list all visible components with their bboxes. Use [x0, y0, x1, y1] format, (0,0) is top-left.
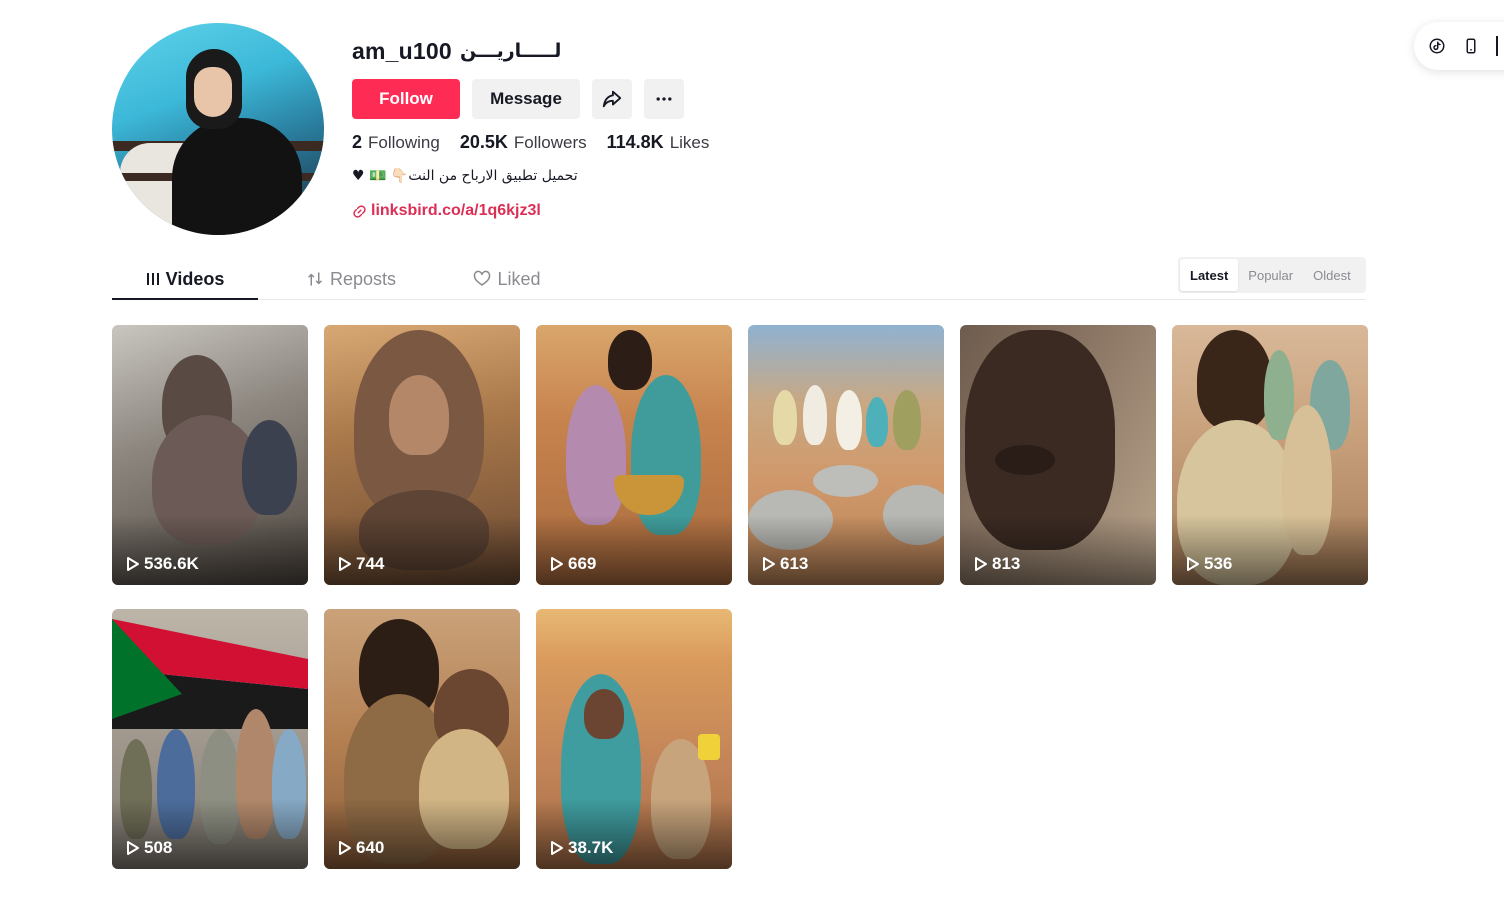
play-icon: [763, 557, 775, 571]
profile-nickname: لـــــاريـــن: [460, 40, 562, 62]
video-card[interactable]: 508: [112, 609, 308, 869]
play-icon: [127, 841, 139, 855]
sort-oldest[interactable]: Oldest: [1303, 259, 1361, 291]
video-views: 508: [126, 838, 172, 858]
likes-label: Likes: [669, 133, 710, 152]
active-tab-indicator: [112, 298, 258, 300]
followers-stat[interactable]: 20.5K Followers: [460, 132, 587, 153]
play-icon: [1187, 557, 1199, 571]
video-views: 38.7K: [550, 838, 613, 858]
tab-reposts[interactable]: Reposts: [278, 258, 424, 300]
likes-stat: 114.8K Likes: [607, 132, 710, 153]
profile-stats: 2 Following 20.5K Followers 114.8K Likes: [352, 132, 709, 153]
more-options-button[interactable]: [644, 79, 684, 119]
video-views: 640: [338, 838, 384, 858]
play-icon: [551, 557, 563, 571]
following-count: 2: [352, 132, 363, 152]
video-views: 669: [550, 554, 596, 574]
follow-button[interactable]: Follow: [352, 79, 460, 119]
profile-username: am_u100: [352, 38, 452, 64]
message-button[interactable]: Message: [472, 79, 580, 119]
floating-toolbar: [1414, 22, 1504, 70]
profile-link-text: linksbird.co/a/1q6kjz3l: [371, 202, 541, 219]
likes-count: 114.8K: [606, 132, 664, 152]
share-button[interactable]: [592, 79, 632, 119]
video-views: 744: [338, 554, 384, 574]
video-card[interactable]: 38.7K: [536, 609, 732, 869]
tab-liked[interactable]: Liked: [434, 258, 580, 300]
video-card[interactable]: 613: [748, 325, 944, 585]
sort-toggle: Latest Popular Oldest: [1178, 257, 1366, 293]
share-icon: [602, 90, 622, 108]
tab-reposts-label: Reposts: [329, 268, 397, 289]
more-icon: [656, 97, 672, 101]
repost-icon: [308, 272, 322, 286]
profile-link[interactable]: linksbird.co/a/1q6kjz3l: [352, 202, 541, 220]
following-label: Following: [368, 133, 440, 152]
video-card[interactable]: 536: [1172, 325, 1368, 585]
tab-videos-label: Videos: [165, 268, 225, 289]
profile-bio: ♥ 💵 👇🏻تحميل تطبيق الارباح من النت: [352, 168, 578, 184]
video-views: 813: [974, 554, 1020, 574]
videos-grid-icon: [146, 273, 159, 285]
video-views: 536.6K: [126, 554, 199, 574]
video-card[interactable]: 813: [960, 325, 1156, 585]
video-card[interactable]: 536.6K: [112, 325, 308, 585]
liked-lock-heart-icon: [474, 270, 491, 286]
following-stat[interactable]: 2 Following: [352, 132, 440, 153]
video-grid: 536.6K 744 669 613 813 536 508 640 38.7K: [112, 325, 1368, 869]
flag-graphic: [112, 619, 308, 729]
link-icon: [353, 204, 366, 218]
followers-label: Followers: [513, 133, 587, 152]
play-icon: [975, 557, 987, 571]
tiktok-icon[interactable]: [1428, 37, 1446, 55]
video-views: 536: [1186, 554, 1232, 574]
play-icon: [339, 557, 351, 571]
video-card[interactable]: 640: [324, 609, 520, 869]
play-icon: [339, 841, 351, 855]
video-views: 613: [762, 554, 808, 574]
sort-latest[interactable]: Latest: [1180, 259, 1239, 291]
tab-videos[interactable]: Videos: [112, 258, 258, 300]
toolbar-edge: [1496, 36, 1498, 56]
mobile-icon[interactable]: [1462, 37, 1480, 55]
profile-avatar[interactable]: [112, 23, 324, 235]
sort-popular[interactable]: Popular: [1238, 259, 1303, 291]
play-icon: [551, 841, 563, 855]
video-card[interactable]: 744: [324, 325, 520, 585]
followers-count: 20.5K: [459, 132, 508, 152]
video-card[interactable]: 669: [536, 325, 732, 585]
tab-liked-label: Liked: [497, 268, 541, 289]
play-icon: [127, 557, 139, 571]
